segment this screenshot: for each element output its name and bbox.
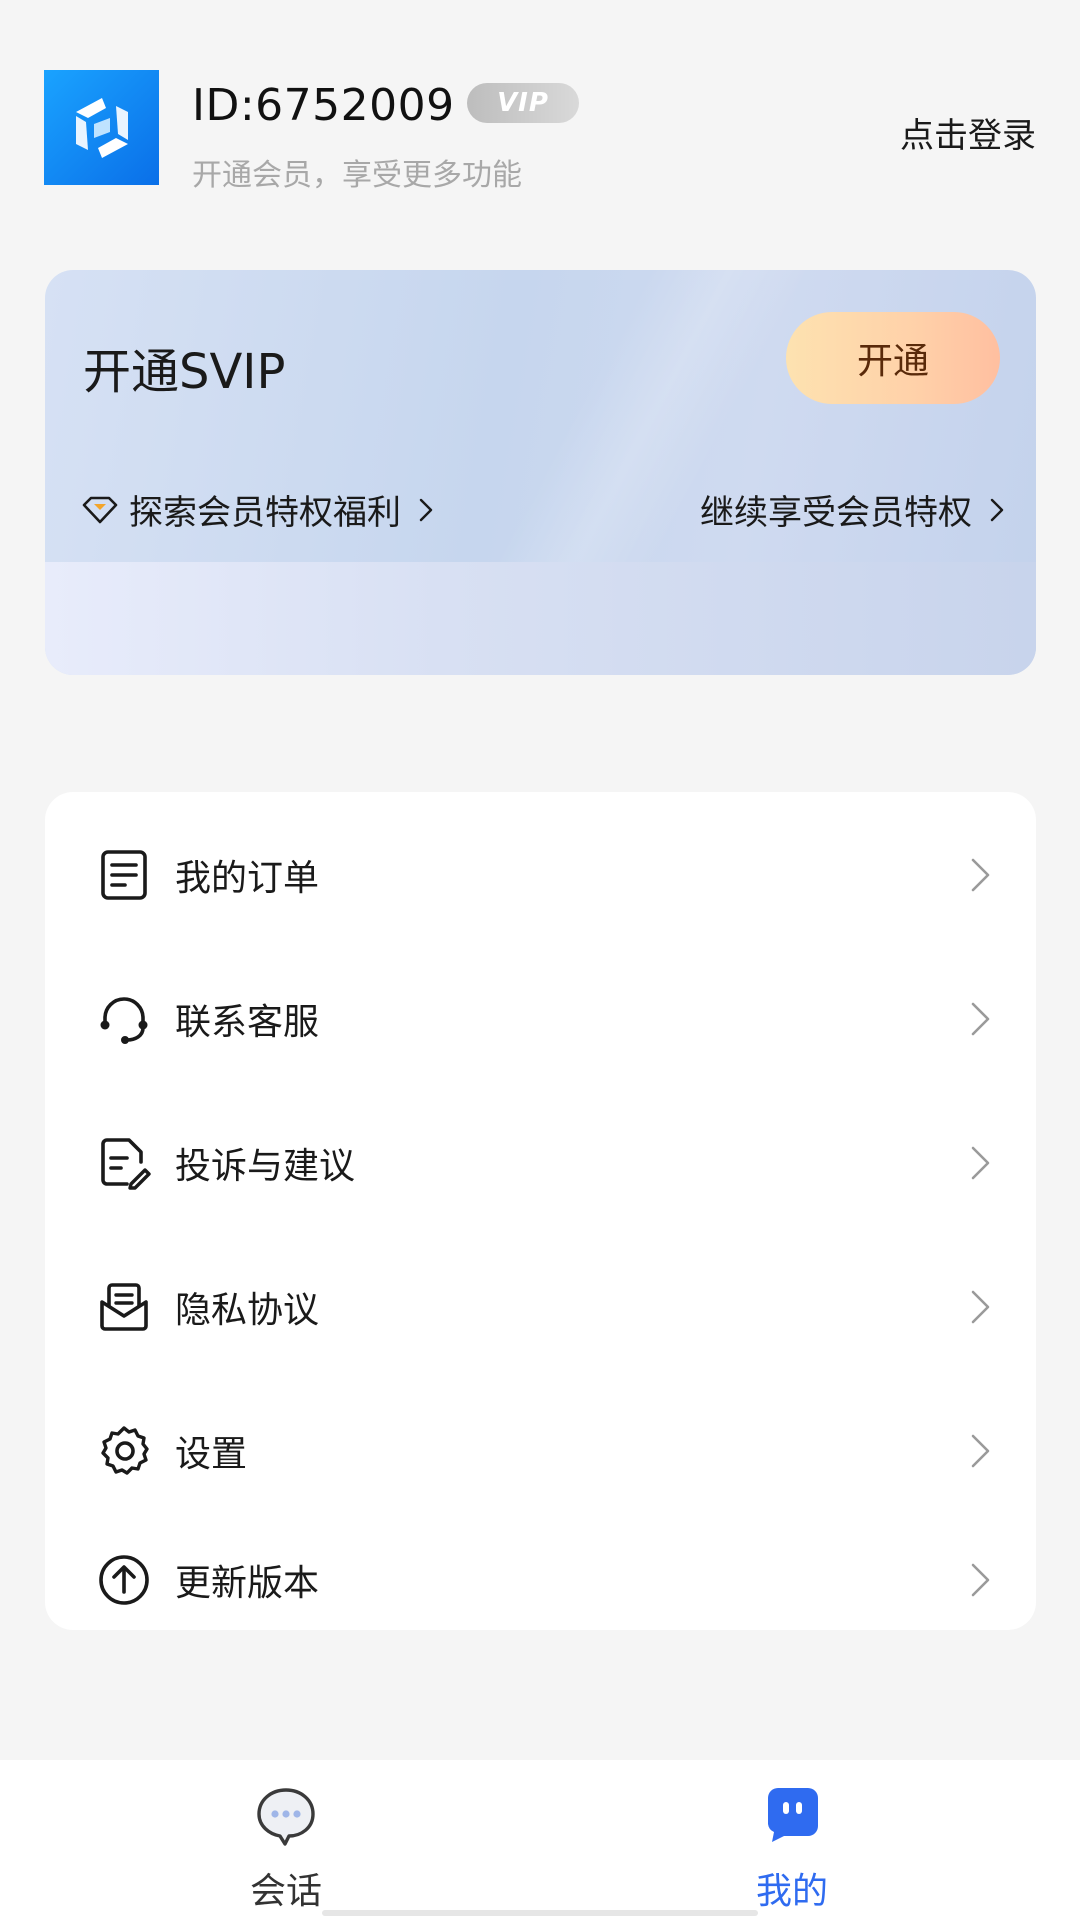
headset-icon [100, 997, 148, 1044]
menu-item-label: 联系客服 [175, 1002, 320, 1043]
menu-item-label: 我的订单 [175, 858, 320, 899]
upload-icon [99, 1555, 149, 1605]
menu-item-label: 投诉与建议 [175, 1146, 356, 1187]
explore-benefits-link[interactable]: 探索会员特权福利 [81, 485, 433, 534]
order-icon [101, 850, 147, 900]
user-id: ID:6752009 [192, 80, 455, 131]
menu-item-label: 隐私协议 [175, 1290, 320, 1331]
app-logo [44, 70, 159, 185]
chevron-right-icon [990, 498, 1004, 521]
chat-bubble-icon [257, 1788, 315, 1846]
tab-mine[interactable]: 我的 [692, 1760, 892, 1920]
vip-badge: VIP [467, 83, 579, 123]
envelope-icon [100, 1283, 148, 1331]
chevron-right-icon [419, 498, 433, 521]
menu-item-settings[interactable]: 设置 [45, 1396, 1036, 1506]
robot-face-icon [768, 1788, 818, 1842]
menu-item-customer-service[interactable]: 联系客服 [45, 964, 1036, 1074]
menu-list: 我的订单 联系客服 投诉与建议 隐私协议 设置 更新版本 [45, 792, 1036, 1630]
diamond-icon [82, 496, 118, 523]
chevron-right-icon [971, 1290, 990, 1324]
app-logo-icon [75, 97, 128, 158]
explore-benefits-label: 探索会员特权福利 [129, 493, 401, 533]
svip-title: 开通SVIP [83, 344, 286, 400]
feedback-icon [101, 1138, 151, 1190]
login-link[interactable]: 点击登录 [900, 108, 1036, 157]
chevron-right-icon [971, 1002, 990, 1036]
chevron-right-icon [971, 1563, 990, 1597]
card-sheen [469, 270, 821, 610]
tab-chat[interactable]: 会话 [186, 1760, 386, 1920]
chevron-right-icon [971, 1146, 990, 1180]
membership-subtitle: 开通会员，享受更多功能 [192, 158, 522, 193]
card-lower-band [45, 562, 1036, 675]
chevron-right-icon [971, 858, 990, 892]
menu-item-privacy[interactable]: 隐私协议 [45, 1252, 1036, 1362]
profile-header: ID:6752009 VIP 开通会员，享受更多功能 点击登录 [0, 0, 1080, 230]
menu-item-label: 更新版本 [175, 1563, 320, 1604]
open-svip-button[interactable]: 开通 [786, 312, 1000, 404]
chevron-right-icon [971, 1434, 990, 1468]
continue-benefits-label: 继续享受会员特权 [700, 493, 972, 533]
home-indicator [322, 1910, 758, 1916]
tab-chat-label: 会话 [249, 1871, 322, 1912]
continue-benefits-link[interactable]: 继续享受会员特权 [700, 485, 1004, 534]
bottom-nav: 会话 我的 [0, 1760, 1080, 1920]
svip-card[interactable]: 开通SVIP 开通 探索会员特权福利 继续享受会员特权 [45, 270, 1036, 675]
menu-item-orders[interactable]: 我的订单 [45, 820, 1036, 930]
menu-item-feedback[interactable]: 投诉与建议 [45, 1108, 1036, 1218]
tab-mine-label: 我的 [755, 1871, 828, 1912]
gear-icon [101, 1426, 149, 1475]
menu-item-label: 设置 [175, 1434, 248, 1475]
menu-item-update[interactable]: 更新版本 [45, 1525, 1036, 1635]
